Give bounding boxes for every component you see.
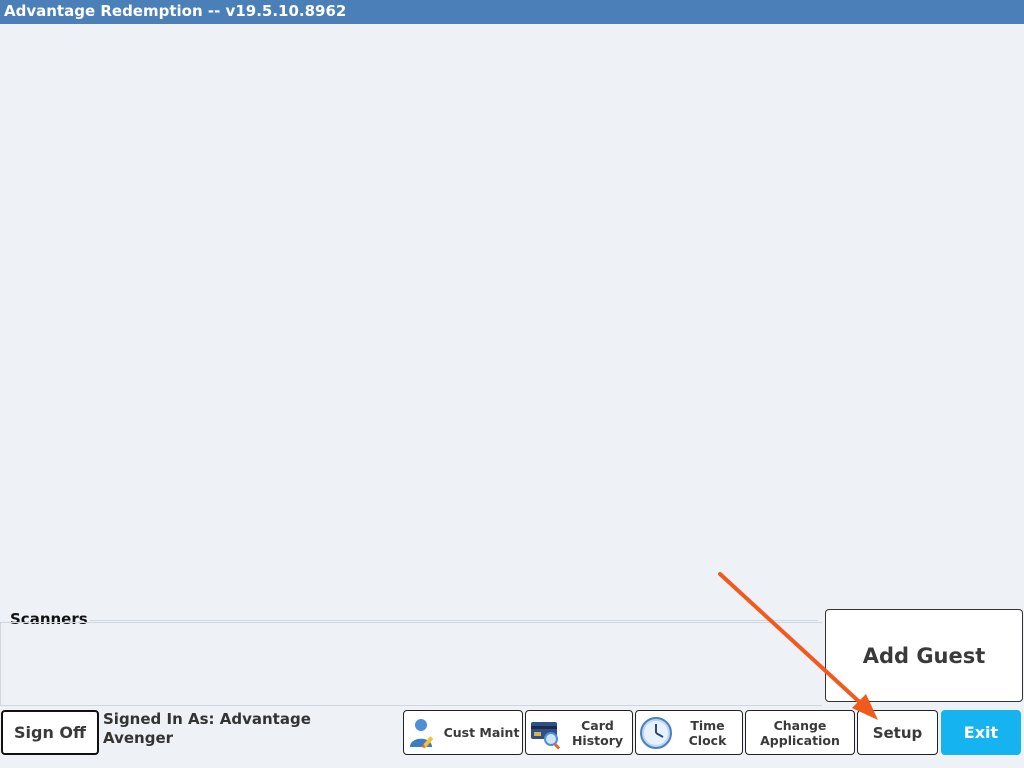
card-search-icon xyxy=(531,721,561,750)
scanners-panel: Scanners xyxy=(0,606,824,708)
signed-in-user: Signed In As: Advantage Avenger xyxy=(103,710,311,747)
change-application-button[interactable]: Change Application xyxy=(745,710,855,755)
add-guest-button[interactable]: Add Guest xyxy=(825,609,1023,702)
user-edit-icon xyxy=(410,718,434,749)
main-content-area xyxy=(0,24,1024,606)
card-history-label: Card History xyxy=(571,717,624,748)
scanners-list xyxy=(0,622,822,706)
exit-button[interactable]: Exit xyxy=(941,710,1021,755)
cust-maint-label: Cust Maint xyxy=(443,725,520,740)
time-clock-button[interactable]: Time Clock xyxy=(635,710,743,755)
card-history-button[interactable]: Card History xyxy=(525,710,633,755)
clock-icon xyxy=(640,716,672,749)
window-title: Advantage Redemption -- v19.5.10.8962 xyxy=(0,0,1024,24)
scanners-divider xyxy=(90,620,818,621)
sign-off-button[interactable]: Sign Off xyxy=(1,710,99,755)
setup-button[interactable]: Setup xyxy=(857,710,938,755)
time-clock-label: Time Clock xyxy=(688,717,727,748)
cust-maint-button[interactable]: Cust Maint xyxy=(403,710,523,755)
